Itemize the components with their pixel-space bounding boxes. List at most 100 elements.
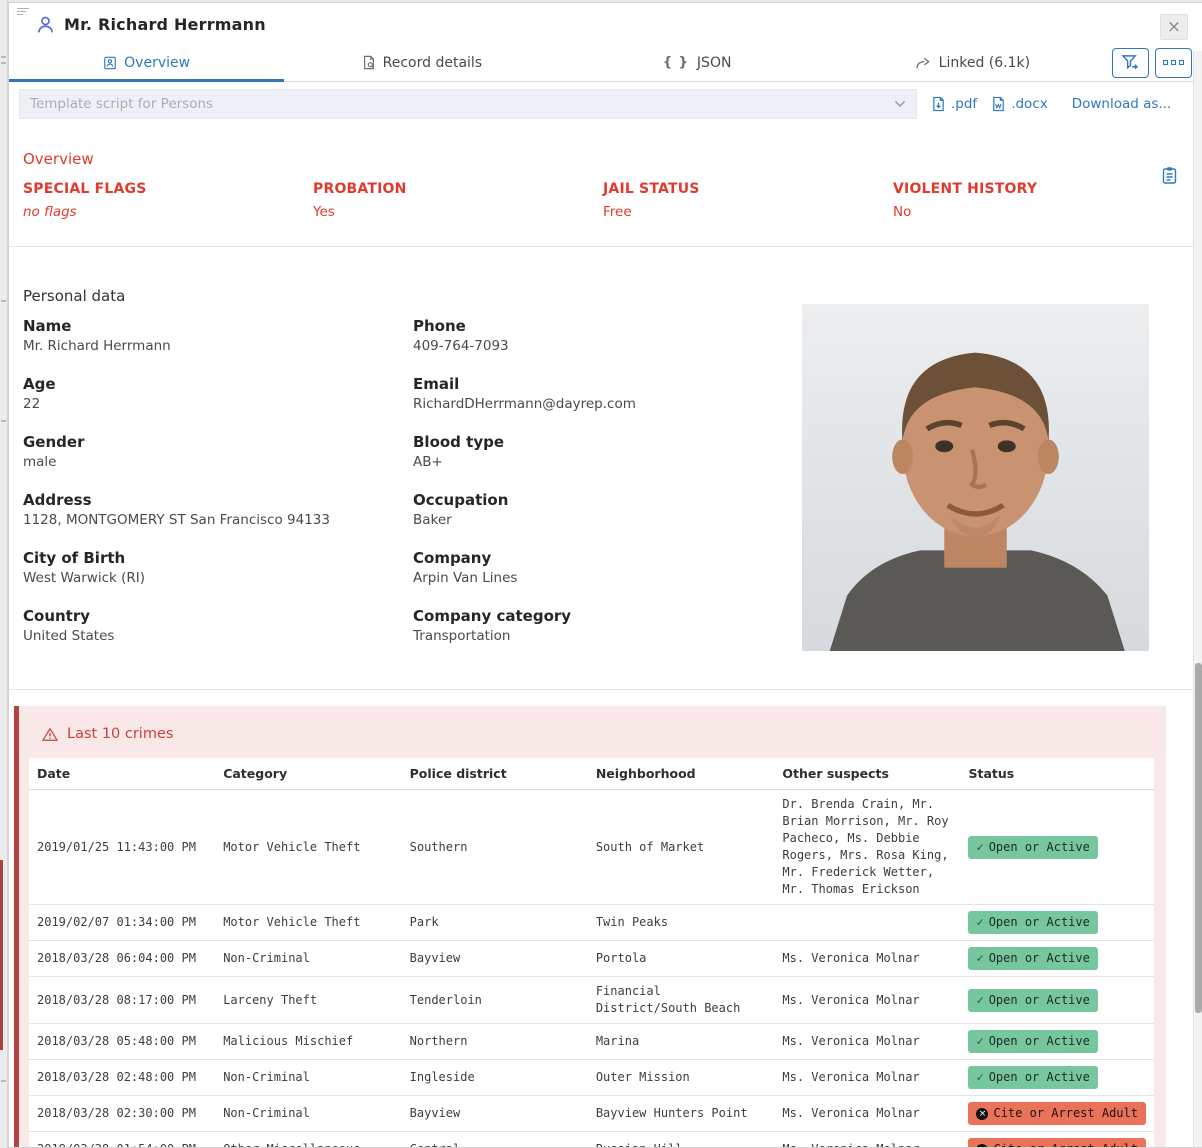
tab-record-details[interactable]: Record details [284,43,559,82]
download-as-link[interactable]: Download as... [1072,96,1172,112]
crime-district: Northern [402,1024,588,1060]
field-label: Age [23,373,413,395]
field-value: West Warwick (RI) [23,569,413,588]
field-value: male [23,453,413,472]
crime-suspects [774,905,960,941]
share-arrow-icon [915,56,932,70]
crime-neighborhood: Marina [588,1024,775,1060]
column-header: Neighborhood [588,758,775,790]
tab-overview[interactable]: Overview [9,43,284,82]
personal-data-heading: Personal data [23,287,1188,305]
field-value: Arpin Van Lines [413,569,803,588]
status-badge: ✓ × Open or Active [968,836,1097,859]
crime-district: Southern [402,790,588,905]
overview-heading: Overview [23,150,1188,168]
field-label: Company category [413,605,803,627]
copy-icon[interactable] [1161,166,1178,185]
background-panel-edge [0,0,8,1148]
personal-field: Country United States [23,605,413,646]
personal-field: Email RichardDHerrmann@dayrep.com [413,373,803,414]
personal-field: Blood type AB+ [413,431,803,472]
crime-date: 2018/03/28 06:04:00 PM [29,941,215,977]
pdf-file-icon [931,96,946,112]
crime-date: 2018/03/28 01:54:00 PM [29,1132,215,1148]
status-badge: ✓ × Open or Active [968,1066,1097,1089]
field-value: Transportation [413,627,803,646]
personal-field: Gender male [23,431,413,472]
crime-suspects: Ms. Veronica Molnar [774,1060,960,1096]
field-value: United States [23,627,413,646]
flag-violent-history: VIOLENT HISTORY No [893,181,1183,220]
crime-district: Park [402,905,588,941]
column-header: Date [29,758,215,790]
status-label: Open or Active [989,839,1090,856]
personal-left-column: Name Mr. Richard Herrmann Age 22 Gender … [23,315,413,663]
scrollbar-thumb[interactable] [1195,663,1202,1013]
column-header: Police district [402,758,588,790]
crime-date: 2018/03/28 02:30:00 PM [29,1096,215,1132]
download-pdf-link[interactable]: .pdf [931,96,977,112]
divider [9,246,1202,247]
field-label: Gender [23,431,413,453]
docx-file-icon [991,96,1006,112]
personal-field: Company category Transportation [413,605,803,646]
field-value: 22 [23,395,413,414]
field-label: Blood type [413,431,803,453]
status-label: Open or Active [989,950,1090,967]
crime-neighborhood: Outer Mission [588,1060,775,1096]
status-badge: ✓ × Open or Active [968,911,1097,934]
crime-date: 2018/03/28 05:48:00 PM [29,1024,215,1060]
crime-category: Non-Criminal [215,941,401,977]
field-label: Country [23,605,413,627]
crime-category: Larceny Theft [215,977,401,1024]
crime-category: Motor Vehicle Theft [215,905,401,941]
crime-district: Ingleside [402,1060,588,1096]
flag-probation: PROBATION Yes [313,181,603,220]
status-badge: ✓ × Open or Active [968,1030,1097,1053]
scrollbar-track[interactable] [1193,51,1202,1148]
table-header-row: DateCategoryPolice districtNeighborhoodO… [29,758,1154,790]
table-row: 2018/03/28 05:48:00 PM Malicious Mischie… [29,1024,1154,1060]
template-select[interactable]: Template script for Persons [19,89,917,119]
personal-field: Name Mr. Richard Herrmann [23,315,413,356]
toolbar: Template script for Persons .pdf .docx [9,82,1202,126]
field-label: Phone [413,315,803,337]
field-label: Occupation [413,489,803,511]
personal-field: Age 22 [23,373,413,414]
crime-date: 2019/01/25 11:43:00 PM [29,790,215,905]
crime-neighborhood: Russian Hill [588,1132,775,1148]
crime-suspects: Ms. Veronica Molnar [774,977,960,1024]
resize-handle-icon [17,6,33,18]
status-label: Open or Active [989,1033,1090,1050]
crimes-table: DateCategoryPolice districtNeighborhood O… [29,758,1154,1148]
crime-neighborhood: Portola [588,941,775,977]
template-placeholder: Template script for Persons [30,96,213,112]
filter-export-button[interactable] [1112,48,1149,78]
check-icon: ✓ [976,1033,983,1050]
crime-district: Tenderloin [402,977,588,1024]
person-icon [35,14,56,35]
check-icon: ✓ [976,914,983,931]
crime-category: Non-Criminal [215,1096,401,1132]
person-record-modal: Mr. Richard Herrmann × Overview Record d [8,2,1202,1148]
chevron-down-icon [894,100,906,108]
crime-suspects: Ms. Veronica Molnar [774,1024,960,1060]
status-label: Open or Active [989,992,1090,1009]
download-docx-link[interactable]: .docx [991,96,1048,112]
crime-district: Bayview [402,1096,588,1132]
field-value: 409-764-7093 [413,337,803,356]
field-value: 1128, MONTGOMERY ST San Francisco 94133 [23,511,413,530]
personal-field: Occupation Baker [413,489,803,530]
tab-linked[interactable]: Linked (6.1k) [835,43,1110,82]
status-badge: ✓ × Cite or Arrest Adult [968,1102,1146,1125]
flag-jail-status: JAIL STATUS Free [603,181,893,220]
crime-date: 2018/03/28 02:48:00 PM [29,1060,215,1096]
close-button[interactable]: × [1160,14,1188,40]
tab-json[interactable]: { } JSON [560,43,835,82]
column-header: Status [960,758,1154,790]
more-options-button[interactable] [1155,48,1192,78]
crime-neighborhood: Financial District/South Beach [588,977,775,1024]
column-header: Category [215,758,401,790]
personal-field: City of Birth West Warwick (RI) [23,547,413,588]
check-icon: ✓ [976,1069,983,1086]
